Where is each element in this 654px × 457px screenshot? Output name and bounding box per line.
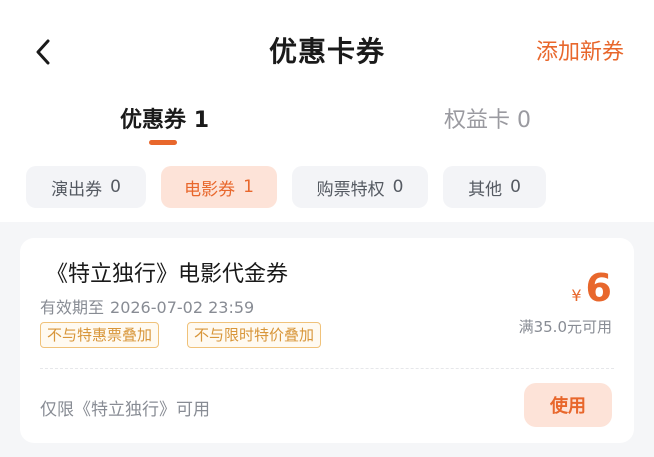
filter-movie-coupons[interactable]: 电影券 1: [161, 166, 277, 208]
tab-benefit-cards[interactable]: 权益卡 0: [444, 102, 531, 134]
validity-label: 有效期至: [40, 298, 105, 317]
coupon-card[interactable]: 《特立独行》电影代金券 有效期至 2026-07-02 23:59 不与特惠票叠加…: [20, 238, 634, 443]
coupon-tag: 不与特惠票叠加: [40, 322, 160, 348]
coupon-tag: 不与限时特价叠加: [187, 322, 322, 348]
filter-label: 购票特权: [316, 179, 385, 200]
tab-benefit-cards-count: 0: [517, 108, 532, 133]
filter-count: 0: [110, 177, 121, 197]
add-new-coupon-button[interactable]: 添加新券: [536, 34, 624, 66]
filter-ticket-privileges[interactable]: 购票特权 0: [292, 166, 428, 208]
coupon-title: 《特立独行》电影代金券: [46, 262, 289, 287]
filter-show-coupons[interactable]: 演出券 0: [26, 166, 146, 208]
coupon-condition: 满35.0元可用: [518, 318, 612, 336]
header-bar: 优惠卡券 添加新券: [0, 0, 654, 100]
tab-coupons-count: 1: [193, 108, 209, 133]
filter-label: 其他: [468, 179, 503, 200]
coupon-validity: 有效期至 2026-07-02 23:59: [40, 294, 254, 318]
card-divider: [40, 368, 614, 369]
coupon-amount: ¥ 6: [571, 266, 612, 310]
currency-symbol: ¥: [571, 286, 582, 305]
filter-count: 0: [392, 177, 404, 197]
amount-value: 6: [585, 266, 612, 310]
filter-count: 1: [243, 177, 254, 197]
tab-coupons-label: 优惠券: [120, 108, 187, 133]
coupon-filter-row: 演出券 0 电影券 1 购票特权 0 其他 0: [0, 166, 654, 208]
filter-label: 演出券: [51, 179, 103, 200]
filter-other[interactable]: 其他 0: [443, 166, 546, 208]
filter-label: 电影券: [184, 179, 236, 200]
active-tab-indicator: [149, 140, 177, 145]
filter-count: 0: [510, 177, 521, 197]
tab-coupons[interactable]: 优惠券 1: [120, 102, 209, 134]
tab-benefit-cards-label: 权益卡: [444, 108, 511, 133]
use-button[interactable]: 使用: [524, 383, 612, 427]
validity-date: 2026-07-02 23:59: [110, 298, 255, 317]
usage-limit: 仅限《特立独行》可用: [40, 400, 210, 420]
main-tabs: 优惠券 1 权益卡 0: [0, 100, 654, 152]
